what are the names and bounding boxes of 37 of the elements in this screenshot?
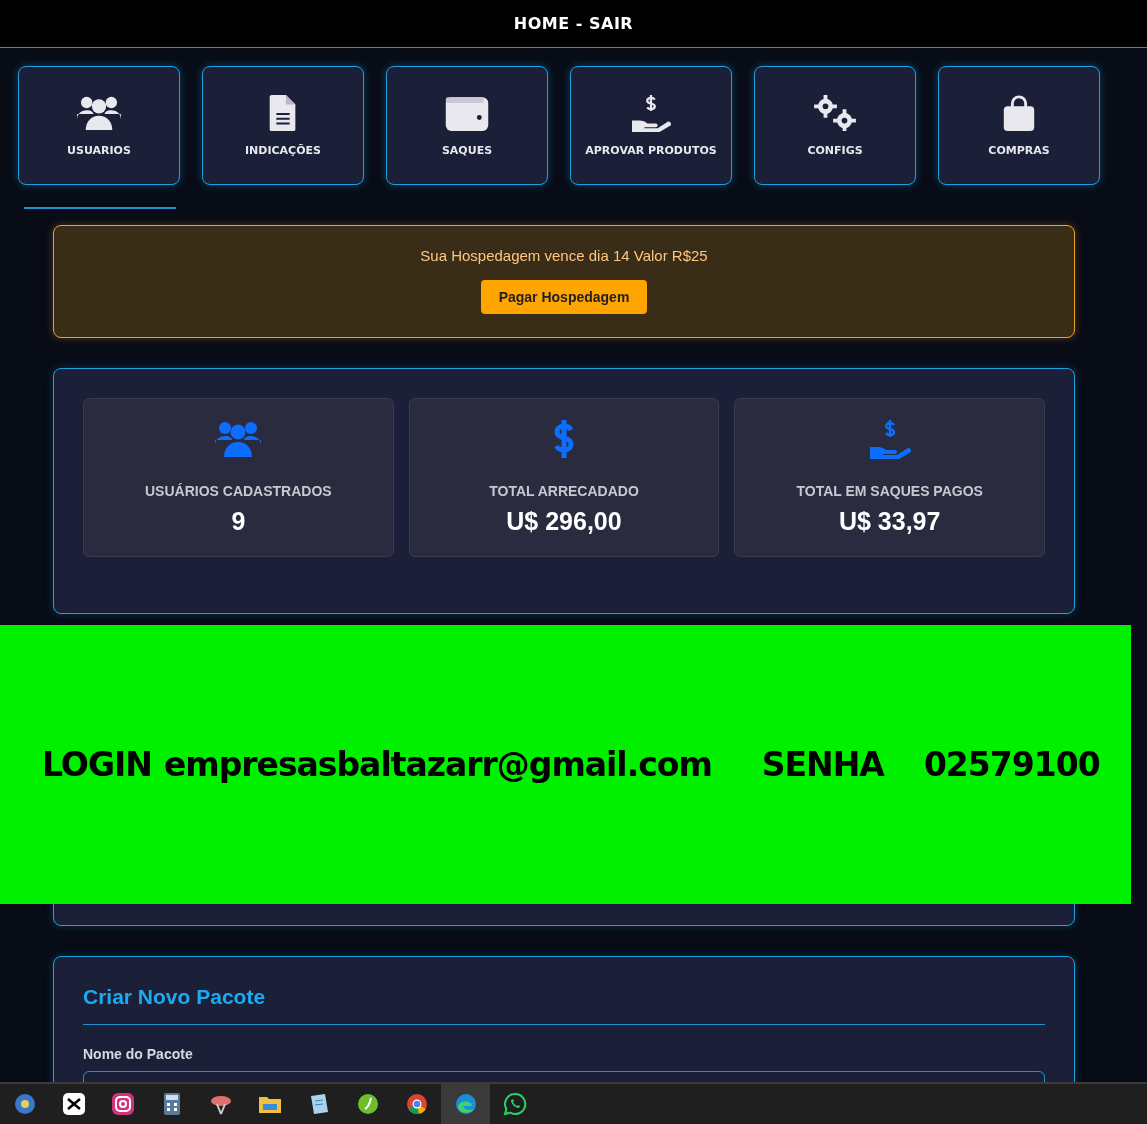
nav-tile[interactable]: CONFIGS: [754, 66, 916, 185]
app-logo-icon: [355, 1092, 380, 1116]
pay-hosting-button[interactable]: Pagar Hospedagem: [480, 280, 648, 314]
nav-tile-label: USUARIOS: [67, 144, 131, 157]
nav-tile[interactable]: SAQUES: [386, 66, 548, 185]
stat-label: USUÁRIOS CADASTRADOS: [145, 483, 332, 499]
nav-tile[interactable]: COMPRAS: [938, 66, 1100, 185]
nav-tile-label: SAQUES: [441, 144, 493, 157]
nav-tile-label: CONFIGS: [807, 144, 863, 157]
login-email: empresasbaltazarr@gmail.com: [163, 745, 712, 784]
create-package-title: Criar Novo Pacote: [83, 985, 267, 1009]
disc-icon: [12, 1092, 37, 1116]
chat-icon: [502, 1092, 527, 1116]
users-icon: [214, 419, 263, 459]
browser-icon: [404, 1092, 429, 1116]
users-icon: [76, 94, 122, 132]
nav-tile[interactable]: USUARIOS: [18, 66, 180, 185]
gears-icon: [812, 94, 858, 132]
nav-tile-label: INDICAÇÕES: [245, 144, 321, 157]
password-label: SENHA: [761, 745, 884, 784]
browser-icon: [453, 1092, 478, 1116]
nav-tile-label: APROVAR PRODUTOS: [585, 144, 717, 157]
password-value: 02579100: [923, 745, 1100, 784]
login-label: LOGIN: [42, 745, 152, 784]
hosting-alert-message: Sua Hospedagem vence dia 14 Valor R$25: [420, 247, 708, 264]
stat-value: 9: [231, 507, 246, 536]
home-logout-link[interactable]: HOME - SAIR: [513, 14, 634, 33]
nav-tile-label: COMPRAS: [988, 144, 1050, 157]
stat-label: TOTAL ARRECADADO: [489, 483, 639, 499]
nav-tile[interactable]: APROVAR PRODUTOS: [570, 66, 732, 185]
nav-tile[interactable]: INDICAÇÕES: [202, 66, 364, 185]
stat-label: TOTAL EM SAQUES PAGOS: [796, 483, 983, 499]
package-name-label: Nome do Pacote: [83, 1046, 194, 1062]
stat-value: U$ 296,00: [506, 507, 622, 536]
wallet-icon: [444, 94, 490, 132]
camera-icon: [110, 1092, 135, 1116]
stat-value: U$ 33,97: [838, 507, 941, 536]
